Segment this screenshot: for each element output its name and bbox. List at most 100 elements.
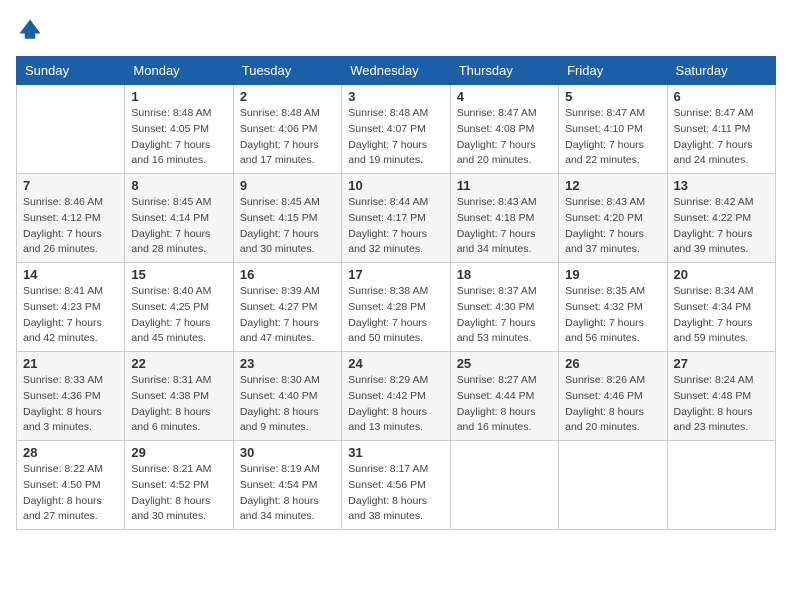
calendar-cell <box>667 441 775 530</box>
calendar-cell: 23Sunrise: 8:30 AM Sunset: 4:40 PM Dayli… <box>233 352 341 441</box>
calendar-cell <box>559 441 667 530</box>
day-info: Sunrise: 8:26 AM Sunset: 4:46 PM Dayligh… <box>565 373 660 436</box>
calendar-cell: 16Sunrise: 8:39 AM Sunset: 4:27 PM Dayli… <box>233 263 341 352</box>
day-of-week-header: Wednesday <box>342 57 450 85</box>
day-number: 28 <box>23 445 118 460</box>
day-info: Sunrise: 8:46 AM Sunset: 4:12 PM Dayligh… <box>23 195 118 258</box>
calendar-cell: 10Sunrise: 8:44 AM Sunset: 4:17 PM Dayli… <box>342 174 450 263</box>
day-info: Sunrise: 8:38 AM Sunset: 4:28 PM Dayligh… <box>348 284 443 347</box>
day-of-week-header: Tuesday <box>233 57 341 85</box>
day-info: Sunrise: 8:21 AM Sunset: 4:52 PM Dayligh… <box>131 462 226 525</box>
calendar-cell: 17 Sunrise: 8:38 AM Sunset: 4:28 PM Dayli… <box>342 263 450 352</box>
day-info: Sunrise: 8:48 AM Sunset: 4:06 PM Dayligh… <box>240 106 335 169</box>
day-number: 2 <box>240 89 335 104</box>
day-info: Sunrise: 8:45 AM Sunset: 4:14 PM Dayligh… <box>131 195 226 258</box>
day-number: 12 <box>565 178 660 193</box>
calendar-week-row: 14 Sunrise: 8:41 AM Sunset: 4:23 PM Dayli… <box>17 263 776 352</box>
calendar-cell: 24Sunrise: 8:29 AM Sunset: 4:42 PM Dayli… <box>342 352 450 441</box>
calendar-cell: 8 Sunrise: 8:45 AM Sunset: 4:14 PM Daylig… <box>125 174 233 263</box>
day-number: 23 <box>240 356 335 371</box>
day-of-week-header: Monday <box>125 57 233 85</box>
calendar-cell: 15Sunrise: 8:40 AM Sunset: 4:25 PM Dayli… <box>125 263 233 352</box>
day-info: Sunrise: 8:37 AM Sunset: 4:30 PM Dayligh… <box>457 284 552 347</box>
day-info: Sunrise: 8:24 AM Sunset: 4:48 PM Dayligh… <box>674 373 769 436</box>
calendar-cell: 31 Sunrise: 8:17 AM Sunset: 4:56 PM Dayli… <box>342 441 450 530</box>
day-of-week-header: Saturday <box>667 57 775 85</box>
day-number: 27 <box>674 356 769 371</box>
day-info: Sunrise: 8:31 AM Sunset: 4:38 PM Dayligh… <box>131 373 226 436</box>
day-of-week-header: Sunday <box>17 57 125 85</box>
day-number: 30 <box>240 445 335 460</box>
calendar-cell: 26 Sunrise: 8:26 AM Sunset: 4:46 PM Dayli… <box>559 352 667 441</box>
day-number: 21 <box>23 356 118 371</box>
calendar-cell: 1 Sunrise: 8:48 AM Sunset: 4:05 PM Daylig… <box>125 85 233 174</box>
calendar-cell: 3 Sunrise: 8:48 AM Sunset: 4:07 PM Daylig… <box>342 85 450 174</box>
day-number: 7 <box>23 178 118 193</box>
day-info: Sunrise: 8:47 AM Sunset: 4:11 PM Dayligh… <box>674 106 769 169</box>
calendar-cell: 22Sunrise: 8:31 AM Sunset: 4:38 PM Dayli… <box>125 352 233 441</box>
calendar-cell <box>450 441 558 530</box>
day-info: Sunrise: 8:40 AM Sunset: 4:25 PM Dayligh… <box>131 284 226 347</box>
day-number: 16 <box>240 267 335 282</box>
calendar-cell: 6 Sunrise: 8:47 AM Sunset: 4:11 PM Daylig… <box>667 85 775 174</box>
calendar-cell: 7 Sunrise: 8:46 AM Sunset: 4:12 PM Daylig… <box>17 174 125 263</box>
day-info: Sunrise: 8:33 AM Sunset: 4:36 PM Dayligh… <box>23 373 118 436</box>
day-number: 24 <box>348 356 443 371</box>
calendar-week-row: 7 Sunrise: 8:46 AM Sunset: 4:12 PM Daylig… <box>17 174 776 263</box>
day-info: Sunrise: 8:47 AM Sunset: 4:10 PM Dayligh… <box>565 106 660 169</box>
day-number: 11 <box>457 178 552 193</box>
calendar-cell: 27 Sunrise: 8:24 AM Sunset: 4:48 PM Dayli… <box>667 352 775 441</box>
day-of-week-header: Thursday <box>450 57 558 85</box>
days-of-week-row: SundayMondayTuesdayWednesdayThursdayFrid… <box>17 57 776 85</box>
calendar-cell: 12 Sunrise: 8:43 AM Sunset: 4:20 PM Dayli… <box>559 174 667 263</box>
day-info: Sunrise: 8:48 AM Sunset: 4:05 PM Dayligh… <box>131 106 226 169</box>
calendar-cell: 13 Sunrise: 8:42 AM Sunset: 4:22 PM Dayli… <box>667 174 775 263</box>
day-number: 13 <box>674 178 769 193</box>
day-number: 14 <box>23 267 118 282</box>
day-number: 9 <box>240 178 335 193</box>
day-info: Sunrise: 8:22 AM Sunset: 4:50 PM Dayligh… <box>23 462 118 525</box>
calendar-cell: 28 Sunrise: 8:22 AM Sunset: 4:50 PM Dayli… <box>17 441 125 530</box>
calendar-cell: 29Sunrise: 8:21 AM Sunset: 4:52 PM Dayli… <box>125 441 233 530</box>
day-info: Sunrise: 8:48 AM Sunset: 4:07 PM Dayligh… <box>348 106 443 169</box>
calendar-week-row: 21 Sunrise: 8:33 AM Sunset: 4:36 PM Dayli… <box>17 352 776 441</box>
calendar-cell: 25 Sunrise: 8:27 AM Sunset: 4:44 PM Dayli… <box>450 352 558 441</box>
calendar-cell: 9 Sunrise: 8:45 AM Sunset: 4:15 PM Daylig… <box>233 174 341 263</box>
calendar-cell: 11Sunrise: 8:43 AM Sunset: 4:18 PM Dayli… <box>450 174 558 263</box>
day-number: 18 <box>457 267 552 282</box>
logo-icon <box>16 16 44 44</box>
day-number: 25 <box>457 356 552 371</box>
calendar-cell: 5 Sunrise: 8:47 AM Sunset: 4:10 PM Daylig… <box>559 85 667 174</box>
day-number: 3 <box>348 89 443 104</box>
calendar-week-row: 28 Sunrise: 8:22 AM Sunset: 4:50 PM Dayli… <box>17 441 776 530</box>
day-info: Sunrise: 8:42 AM Sunset: 4:22 PM Dayligh… <box>674 195 769 258</box>
day-number: 4 <box>457 89 552 104</box>
day-info: Sunrise: 8:47 AM Sunset: 4:08 PM Dayligh… <box>457 106 552 169</box>
calendar-cell: 19 Sunrise: 8:35 AM Sunset: 4:32 PM Dayli… <box>559 263 667 352</box>
day-info: Sunrise: 8:43 AM Sunset: 4:20 PM Dayligh… <box>565 195 660 258</box>
day-info: Sunrise: 8:17 AM Sunset: 4:56 PM Dayligh… <box>348 462 443 525</box>
day-number: 1 <box>131 89 226 104</box>
day-number: 26 <box>565 356 660 371</box>
day-number: 17 <box>348 267 443 282</box>
calendar-cell: 14 Sunrise: 8:41 AM Sunset: 4:23 PM Dayli… <box>17 263 125 352</box>
day-info: Sunrise: 8:45 AM Sunset: 4:15 PM Dayligh… <box>240 195 335 258</box>
day-number: 31 <box>348 445 443 460</box>
day-number: 10 <box>348 178 443 193</box>
calendar-table: SundayMondayTuesdayWednesdayThursdayFrid… <box>16 56 776 530</box>
calendar-cell: 2 Sunrise: 8:48 AM Sunset: 4:06 PM Daylig… <box>233 85 341 174</box>
calendar-cell: 30Sunrise: 8:19 AM Sunset: 4:54 PM Dayli… <box>233 441 341 530</box>
calendar-cell: 20Sunrise: 8:34 AM Sunset: 4:34 PM Dayli… <box>667 263 775 352</box>
day-number: 5 <box>565 89 660 104</box>
day-number: 8 <box>131 178 226 193</box>
calendar-body: 1 Sunrise: 8:48 AM Sunset: 4:05 PM Daylig… <box>17 85 776 530</box>
day-info: Sunrise: 8:27 AM Sunset: 4:44 PM Dayligh… <box>457 373 552 436</box>
day-number: 6 <box>674 89 769 104</box>
calendar-cell: 18 Sunrise: 8:37 AM Sunset: 4:30 PM Dayli… <box>450 263 558 352</box>
logo <box>16 16 48 44</box>
day-number: 19 <box>565 267 660 282</box>
calendar-cell: 4 Sunrise: 8:47 AM Sunset: 4:08 PM Daylig… <box>450 85 558 174</box>
page-header <box>16 16 776 44</box>
day-info: Sunrise: 8:35 AM Sunset: 4:32 PM Dayligh… <box>565 284 660 347</box>
day-info: Sunrise: 8:41 AM Sunset: 4:23 PM Dayligh… <box>23 284 118 347</box>
